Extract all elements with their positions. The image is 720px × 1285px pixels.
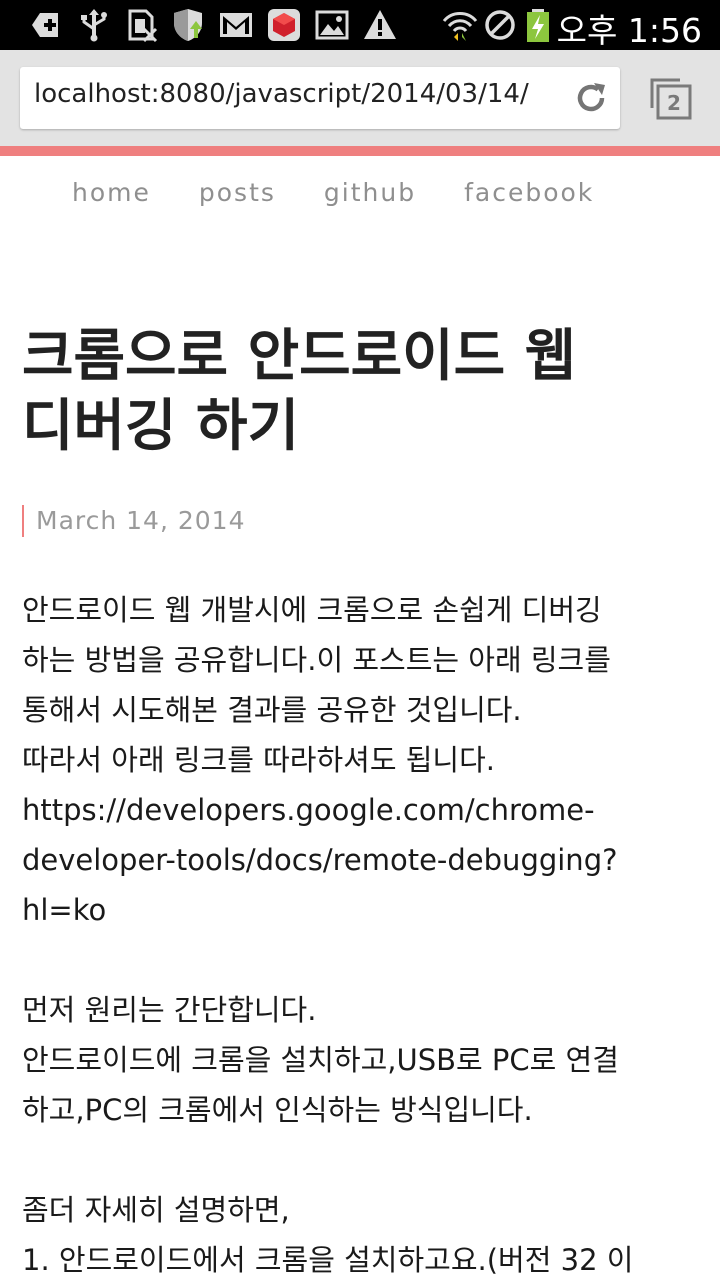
content-line: 안드로이드에 크롬을 설치하고,USB로 PC로 연결	[22, 1043, 619, 1077]
content-line: 안드로이드 웹 개발시에 크롬으로 손쉽게 디버깅	[22, 593, 602, 627]
gmail-icon	[220, 13, 252, 37]
content-line: 하는 방법을 공유합니다.이 포스트는 아래 링크를	[22, 643, 611, 677]
post-date: March 14, 2014	[22, 505, 245, 537]
add-box-icon	[32, 13, 58, 37]
browser-toolbar: localhost:8080/javascript/2014/03/14/ 2	[0, 50, 720, 146]
tab-count: 2	[667, 91, 681, 115]
nav-home[interactable]: home	[72, 178, 151, 207]
ruby-app-icon	[268, 9, 300, 41]
post-title-line-1: 크롬으로 안드로이드 웹	[22, 324, 577, 389]
image-icon	[315, 10, 349, 40]
content-line: 따라서 아래 링크를 따라하셔도 됩니다.	[22, 743, 495, 777]
warning-icon	[364, 10, 396, 39]
url-text[interactable]: localhost:8080/javascript/2014/03/14/	[34, 79, 564, 109]
content-link-line[interactable]: https://developers.google.com/chrome-	[22, 785, 702, 835]
site-nav: home posts github facebook	[72, 178, 594, 207]
status-bar: 오후 1:56	[0, 0, 720, 50]
tab-switcher-icon[interactable]: 2	[646, 74, 696, 124]
content-line: 좀더 자세히 설명하면,	[22, 1193, 290, 1227]
accent-line	[0, 146, 720, 156]
shield-icon	[174, 9, 202, 41]
nav-posts[interactable]: posts	[199, 178, 276, 207]
clock: 오후 1:56	[556, 11, 702, 50]
content-link-line[interactable]: developer-tools/docs/remote-debugging?	[22, 835, 702, 885]
post-title: 크롬으로 안드로이드 웹 디버깅 하기	[22, 322, 682, 462]
reload-icon[interactable]	[572, 79, 610, 117]
nav-github[interactable]: github	[324, 178, 416, 207]
content-line: 1. 안드로이드에서 크롬을 설치하고요.(버전 32 이	[22, 1243, 634, 1277]
address-bar[interactable]: localhost:8080/javascript/2014/03/14/	[20, 67, 620, 129]
post-content: 안드로이드 웹 개발시에 크롬으로 손쉽게 디버깅 하는 방법을 공유합니다.이…	[22, 585, 702, 1285]
content-line: 하고,PC의 크롬에서 인식하는 방식입니다.	[22, 1093, 533, 1127]
do-not-disturb-icon	[485, 10, 515, 40]
content-link-line[interactable]: hl=ko	[22, 885, 702, 935]
sim-blocked-icon	[128, 9, 158, 43]
wifi-icon	[442, 12, 478, 41]
post-title-line-2: 디버깅 하기	[22, 394, 300, 459]
nav-facebook[interactable]: facebook	[464, 178, 594, 207]
content-line: 먼저 원리는 간단합니다.	[22, 993, 317, 1027]
battery-charging-icon	[527, 9, 549, 42]
content-line: 통해서 시도해본 결과를 공유한 것입니다.	[22, 693, 522, 727]
usb-icon	[81, 9, 107, 42]
